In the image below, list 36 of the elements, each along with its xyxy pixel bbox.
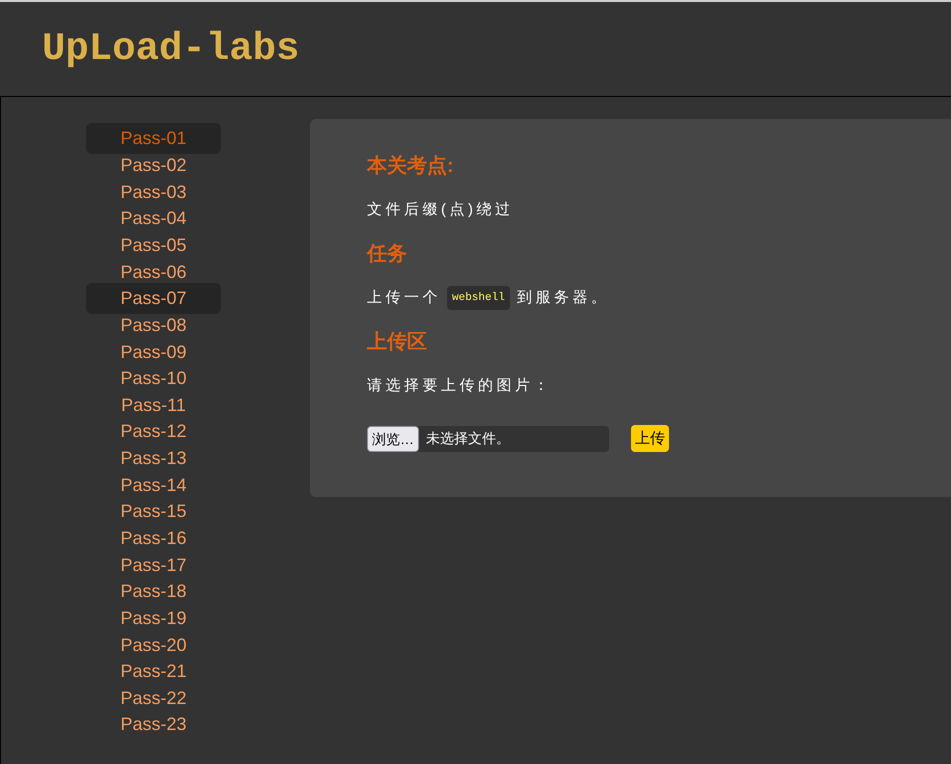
- sidebar-link[interactable]: Pass-11: [86, 394, 221, 416]
- section-heading: 任务: [367, 242, 407, 267]
- sidebar-link[interactable]: Pass-23: [86, 713, 221, 736]
- task-text: 上传一个: [367, 288, 441, 308]
- browse-button[interactable]: 浏览…: [367, 426, 419, 452]
- code-snippet: webshell: [447, 286, 510, 310]
- sidebar-link[interactable]: Pass-03: [86, 180, 221, 203]
- section-heading: 上传区: [367, 330, 427, 355]
- sidebar-link[interactable]: Pass-19: [86, 606, 221, 630]
- file-status-text: 未选择文件。: [426, 429, 510, 448]
- task-text: 到服务器。: [516, 288, 610, 308]
- sidebar-link[interactable]: Pass-21: [86, 660, 221, 682]
- sidebar-link[interactable]: Pass-17: [86, 554, 221, 576]
- sidebar-link[interactable]: Pass-09: [86, 340, 221, 363]
- upload-button[interactable]: 上传: [631, 425, 669, 452]
- sidebar-link[interactable]: Pass-02: [86, 154, 221, 176]
- sidebar-link[interactable]: Pass-22: [86, 686, 221, 710]
- sidebar-link[interactable]: Pass-07: [86, 282, 221, 314]
- sidebar-link[interactable]: Pass-06: [86, 260, 221, 283]
- sidebar-link[interactable]: Pass-12: [86, 420, 221, 443]
- section-heading: 本关考点:: [367, 154, 454, 179]
- sidebar-link[interactable]: Pass-20: [86, 634, 221, 656]
- description-text: 文件后缀(点)绕过: [367, 200, 514, 220]
- sidebar-link[interactable]: Pass-01: [86, 123, 221, 154]
- sidebar-link[interactable]: Pass-05: [86, 234, 221, 256]
- sidebar-link[interactable]: Pass-15: [86, 500, 221, 523]
- sidebar-link[interactable]: Pass-08: [86, 314, 221, 336]
- file-input-field[interactable]: 浏览… 未选择文件。: [367, 426, 609, 452]
- sidebar-link[interactable]: Pass-10: [86, 367, 221, 390]
- logo-text: UpLoad-labs: [42, 30, 300, 68]
- sidebar-link[interactable]: Pass-18: [86, 580, 221, 603]
- sidebar-link[interactable]: Pass-04: [86, 207, 221, 230]
- sidebar-link[interactable]: Pass-13: [86, 447, 221, 470]
- sidebar-link[interactable]: Pass-14: [86, 474, 221, 496]
- upload-prompt: 请选择要上传的图片：: [367, 376, 552, 396]
- sidebar-link[interactable]: Pass-16: [86, 526, 221, 550]
